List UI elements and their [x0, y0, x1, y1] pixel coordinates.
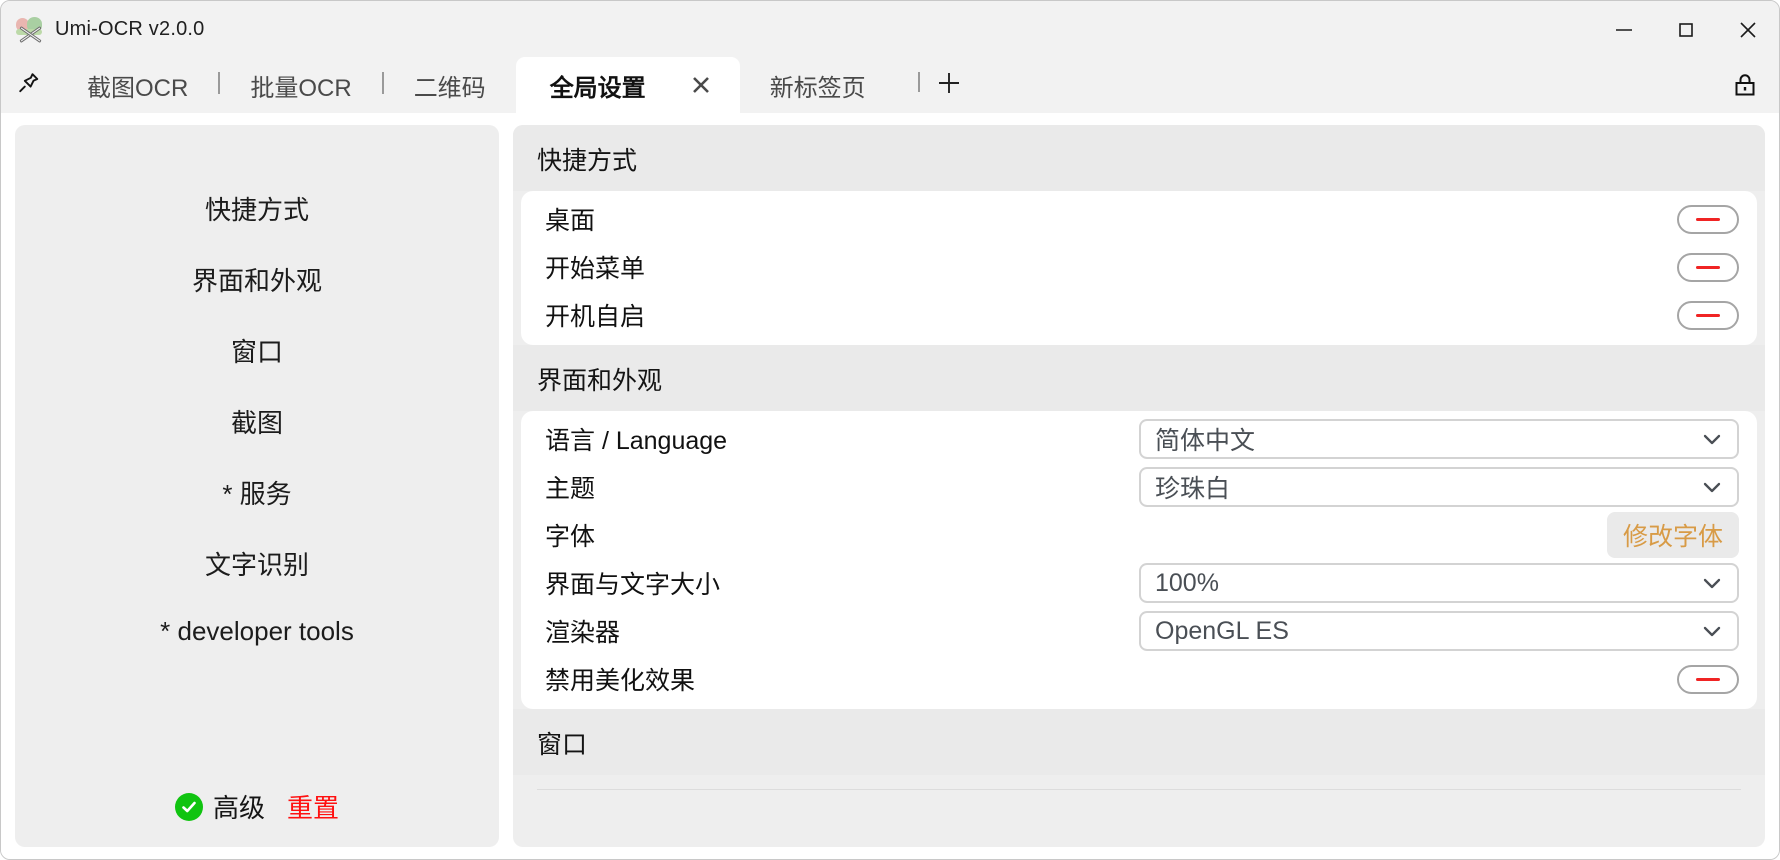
- sidebar-item-service[interactable]: * 服务: [15, 457, 499, 528]
- reset-button[interactable]: 重置: [287, 788, 339, 825]
- section-header-window: 窗口: [513, 709, 1765, 775]
- setting-label: 开始菜单: [545, 249, 645, 285]
- select-renderer[interactable]: OpenGL ES: [1139, 611, 1739, 651]
- select-value: OpenGL ES: [1155, 617, 1289, 646]
- toggle-disable-effects[interactable]: [1677, 665, 1739, 694]
- settings-card-shortcuts: 桌面 开始菜单 开机自启: [521, 191, 1757, 345]
- chevron-down-icon: [1699, 474, 1725, 500]
- sidebar-item-shortcuts[interactable]: 快捷方式: [15, 173, 499, 244]
- tab-new-tab-page[interactable]: 新标签页: [740, 58, 896, 113]
- tab-global-settings[interactable]: 全局设置: [516, 57, 740, 113]
- sidebar-item-text-recognition[interactable]: 文字识别: [15, 528, 499, 599]
- toggle-autostart[interactable]: [1677, 301, 1739, 330]
- setting-row-language: 语言 / Language 简体中文: [521, 415, 1757, 463]
- setting-control: [1677, 205, 1739, 234]
- setting-label: 禁用美化效果: [545, 661, 695, 697]
- plus-icon[interactable]: [926, 58, 972, 113]
- setting-row-theme: 主题 珍珠白: [521, 463, 1757, 511]
- setting-row-autostart: 开机自启: [521, 291, 1757, 339]
- select-language[interactable]: 简体中文: [1139, 419, 1739, 459]
- setting-row-renderer: 渲染器 OpenGL ES: [521, 607, 1757, 655]
- setting-label: 渲染器: [545, 613, 620, 649]
- section-divider: [537, 789, 1741, 790]
- setting-row-desktop: 桌面: [521, 195, 1757, 243]
- select-theme[interactable]: 珍珠白: [1139, 467, 1739, 507]
- section-header-shortcuts: 快捷方式: [513, 125, 1765, 191]
- advanced-toggle[interactable]: 高级: [175, 788, 265, 825]
- window-controls: [1593, 1, 1779, 58]
- setting-label: 开机自启: [545, 297, 645, 333]
- umi-ocr-logo-icon: [15, 15, 45, 45]
- setting-label: 桌面: [545, 201, 595, 237]
- select-value: 100%: [1155, 569, 1219, 598]
- setting-control: 简体中文: [1139, 419, 1739, 459]
- tab-batch-ocr[interactable]: 批量OCR: [220, 58, 381, 113]
- title-bar: Umi-OCR v2.0.0: [1, 1, 1779, 58]
- app-title: Umi-OCR v2.0.0: [55, 18, 205, 41]
- pin-icon[interactable]: [1, 58, 57, 113]
- chevron-down-icon: [1699, 618, 1725, 644]
- tab-separator: [918, 72, 920, 92]
- tab-qrcode[interactable]: 二维码: [384, 58, 516, 113]
- tab-label: 全局设置: [550, 68, 646, 103]
- sidebar-footer: 高级 重置: [15, 788, 499, 825]
- setting-label: 字体: [545, 517, 595, 553]
- sidebar-item-screenshot[interactable]: 截图: [15, 386, 499, 457]
- setting-control: OpenGL ES: [1139, 611, 1739, 651]
- setting-control: 修改字体: [1607, 512, 1739, 558]
- setting-row-start-menu: 开始菜单: [521, 243, 1757, 291]
- maximize-icon[interactable]: [1655, 1, 1717, 58]
- content-area: 快捷方式 界面和外观 窗口 截图 * 服务 文字识别 * developer t…: [1, 113, 1779, 860]
- setting-label: 界面与文字大小: [545, 565, 720, 601]
- select-ui-scale[interactable]: 100%: [1139, 563, 1739, 603]
- sidebar-item-interface-appearance[interactable]: 界面和外观: [15, 244, 499, 315]
- tab-screenshot-ocr[interactable]: 截图OCR: [57, 58, 218, 113]
- lock-icon[interactable]: [1723, 63, 1767, 107]
- settings-card-interface-appearance: 语言 / Language 简体中文 主题 珍珠: [521, 411, 1757, 709]
- tab-bar: 截图OCR 批量OCR 二维码 全局设置 新标签页: [1, 58, 1779, 113]
- setting-row-disable-effects: 禁用美化效果: [521, 655, 1757, 703]
- select-value: 简体中文: [1155, 421, 1255, 457]
- sidebar-item-developer-tools[interactable]: * developer tools: [15, 599, 499, 664]
- toggle-desktop[interactable]: [1677, 205, 1739, 234]
- setting-control: [1677, 301, 1739, 330]
- setting-control: [1677, 253, 1739, 282]
- setting-label: 语言 / Language: [545, 421, 727, 457]
- section-header-interface-appearance: 界面和外观: [513, 345, 1765, 411]
- select-value: 珍珠白: [1155, 469, 1230, 505]
- setting-control: 珍珠白: [1139, 467, 1739, 507]
- chevron-down-icon: [1699, 426, 1725, 452]
- sidebar-item-window[interactable]: 窗口: [15, 315, 499, 386]
- settings-main-panel: 快捷方式 桌面 开始菜单 开机自启: [513, 125, 1765, 847]
- settings-sidebar: 快捷方式 界面和外观 窗口 截图 * 服务 文字识别 * developer t…: [15, 125, 499, 847]
- setting-control: 100%: [1139, 563, 1739, 603]
- check-circle-icon: [175, 793, 203, 821]
- setting-row-ui-scale: 界面与文字大小 100%: [521, 559, 1757, 607]
- setting-label: 主题: [545, 469, 595, 505]
- close-icon[interactable]: [688, 72, 714, 98]
- setting-row-font: 字体 修改字体: [521, 511, 1757, 559]
- toggle-start-menu[interactable]: [1677, 253, 1739, 282]
- app-window: Umi-OCR v2.0.0 截图OCR 批量OCR 二维码 全局: [0, 0, 1780, 860]
- setting-control: [1677, 665, 1739, 694]
- change-font-button[interactable]: 修改字体: [1607, 512, 1739, 558]
- advanced-label: 高级: [213, 788, 265, 825]
- close-icon[interactable]: [1717, 1, 1779, 58]
- chevron-down-icon: [1699, 570, 1725, 596]
- minimize-icon[interactable]: [1593, 1, 1655, 58]
